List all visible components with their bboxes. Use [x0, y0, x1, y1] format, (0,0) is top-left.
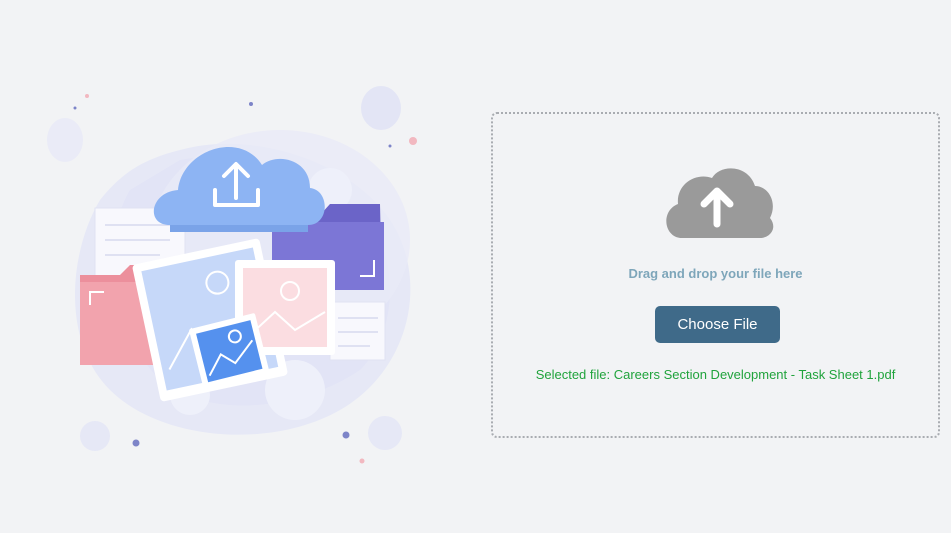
upload-page: Drag and drop your file here Choose File…	[0, 0, 951, 533]
cloud-upload-icon	[666, 168, 774, 238]
drag-drop-instruction: Drag and drop your file here	[628, 266, 803, 281]
choose-file-button[interactable]: Choose File	[655, 306, 780, 343]
file-upload-illustration	[47, 86, 417, 464]
selected-file-label: Selected file: Careers Section Developme…	[535, 367, 896, 382]
file-dropzone[interactable]: Drag and drop your file here Choose File…	[491, 112, 940, 438]
